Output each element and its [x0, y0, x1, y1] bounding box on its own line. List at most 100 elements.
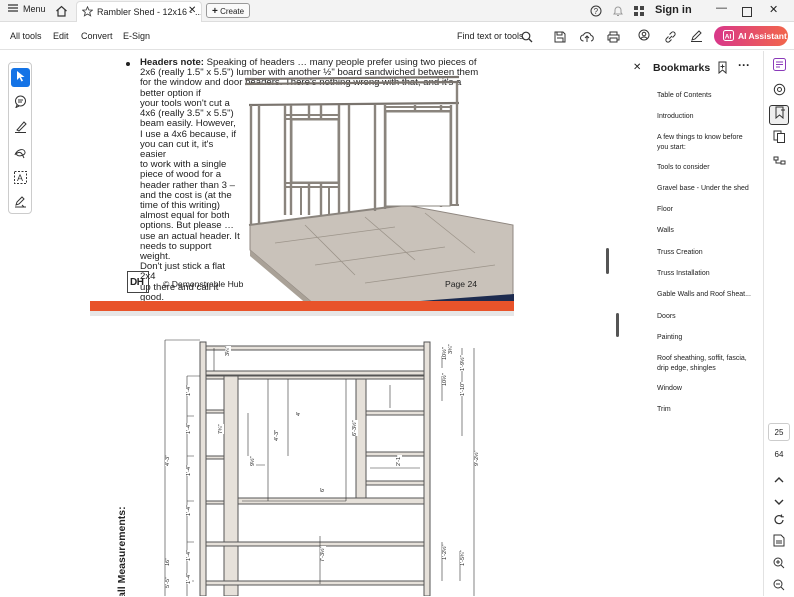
- ai-assistant-button[interactable]: AI AI Assistant: [714, 26, 788, 46]
- dimension-label: 1'-4": [186, 423, 192, 434]
- ai-assistant-label: AI Assistant: [738, 31, 787, 41]
- page-fit-button[interactable]: [769, 533, 789, 553]
- layers-icon: [773, 154, 786, 172]
- home-icon[interactable]: [55, 4, 68, 22]
- dimension-label: 1'-4": [186, 385, 192, 396]
- freehand-draw-icon: [14, 146, 27, 164]
- upload-cloud-icon[interactable]: [580, 30, 594, 48]
- bookmark-item[interactable]: Tools to consider: [657, 163, 757, 172]
- sign-tool[interactable]: [11, 194, 30, 213]
- bookmark-item[interactable]: you start:: [657, 143, 757, 152]
- zoom-in-button[interactable]: [769, 555, 789, 575]
- text-tool[interactable]: A: [11, 170, 30, 189]
- save-icon[interactable]: [554, 30, 566, 48]
- search-icon[interactable]: [521, 30, 533, 48]
- previous-page-button[interactable]: [769, 469, 789, 489]
- star-icon[interactable]: [81, 5, 94, 19]
- tab-title: Rambler Shed - 12x16 - ...: [97, 7, 202, 17]
- comment-tool[interactable]: [11, 94, 30, 113]
- ai-summary-button[interactable]: [769, 57, 789, 77]
- rotate-icon: [773, 513, 785, 531]
- comments-button[interactable]: [769, 82, 789, 102]
- select-tool[interactable]: [11, 68, 30, 87]
- zoom-out-button[interactable]: [769, 577, 789, 597]
- quick-tools-panel: A: [8, 62, 32, 214]
- svg-text:?: ?: [594, 7, 599, 16]
- thumbnails-button[interactable]: [769, 129, 789, 149]
- zoom-in-icon: [773, 556, 785, 574]
- tab-edit[interactable]: Edit: [53, 31, 69, 41]
- bookmarks-button[interactable]: [769, 105, 789, 125]
- dimension-label: 1'-4": [186, 573, 192, 584]
- dimension-label: 1'-5¾": [460, 550, 466, 566]
- more-options-icon[interactable]: ···: [738, 58, 750, 72]
- title-bar: Menu Rambler Shed - 12x16 - ... ✕ + Crea…: [0, 0, 794, 22]
- dimension-label: 10½": [442, 347, 448, 360]
- bookmark-item[interactable]: Gable Walls and Roof Sheat...: [657, 290, 757, 299]
- zoom-out-icon: [773, 578, 785, 596]
- link-icon[interactable]: [664, 30, 677, 48]
- panel-scrollbar[interactable]: [616, 313, 619, 337]
- minimize-icon[interactable]: —: [716, 2, 727, 14]
- print-icon[interactable]: [607, 30, 620, 48]
- layers-button[interactable]: [769, 153, 789, 173]
- dimension-label: 9½": [250, 456, 256, 466]
- page-24: Headers note: Speaking of headers … many…: [90, 51, 514, 311]
- document-view[interactable]: Headers note: Speaking of headers … many…: [90, 51, 514, 596]
- bookmark-item[interactable]: Roof sheathing, soffit, fascia,: [657, 354, 757, 363]
- document-tab[interactable]: Rambler Shed - 12x16 - ...: [76, 1, 202, 22]
- bookmarks-panel: ✕ Bookmarks ··· Table of Contents Introdu…: [621, 51, 763, 596]
- footer-stripe: [90, 294, 514, 311]
- bookmark-item[interactable]: Table of Contents: [657, 91, 757, 100]
- bookmark-item[interactable]: Truss Creation: [657, 248, 757, 257]
- current-page-input[interactable]: 25: [768, 423, 790, 441]
- bookmarks-title: Bookmarks: [653, 62, 711, 74]
- close-window-icon[interactable]: ✕: [769, 3, 778, 16]
- bookmark-item[interactable]: Introduction: [657, 112, 757, 121]
- bookmark-item[interactable]: Painting: [657, 333, 757, 342]
- sign-pen-icon[interactable]: [690, 29, 703, 47]
- add-bookmark-icon[interactable]: [717, 61, 729, 79]
- tab-esign[interactable]: E-Sign: [123, 31, 150, 41]
- apps-icon[interactable]: [633, 4, 645, 22]
- create-button[interactable]: + Create: [206, 3, 250, 18]
- bullet: [126, 62, 130, 66]
- page-number-label: Page 24: [445, 279, 478, 289]
- svg-text:AI: AI: [725, 33, 732, 40]
- bookmark-item[interactable]: Trim: [657, 405, 757, 414]
- right-rail: 25 64: [763, 51, 794, 596]
- bookmark-item[interactable]: A few things to know before: [657, 133, 757, 142]
- total-pages: 64: [774, 450, 784, 459]
- dimension-label: 1'-4": [186, 465, 192, 476]
- tab-convert[interactable]: Convert: [81, 31, 113, 41]
- highlight-tool[interactable]: [11, 119, 30, 138]
- close-tab-icon[interactable]: ✕: [188, 5, 196, 16]
- dimension-label: 1'-4": [186, 505, 192, 516]
- find-text-field[interactable]: Find text or tools: [457, 31, 524, 41]
- bookmark-item[interactable]: Floor: [657, 205, 757, 214]
- share-person-icon[interactable]: [638, 29, 651, 47]
- bookmark-item[interactable]: Gravel base - Under the shed: [657, 184, 757, 193]
- close-panel-icon[interactable]: ✕: [633, 62, 641, 73]
- draw-tool[interactable]: [11, 145, 30, 164]
- sign-in-link[interactable]: Sign in: [655, 4, 692, 16]
- maximize-icon[interactable]: [742, 4, 752, 22]
- menu-button[interactable]: Menu: [8, 4, 46, 14]
- document-scrollbar[interactable]: [606, 248, 609, 274]
- next-page-button[interactable]: [769, 491, 789, 511]
- dimension-label: 3¼": [225, 346, 231, 356]
- bookmark-item[interactable]: Truss Installation: [657, 269, 757, 278]
- help-icon[interactable]: ?: [590, 4, 602, 22]
- dimension-label: 4': [296, 411, 302, 416]
- bookmark-item[interactable]: Walls: [657, 226, 757, 235]
- dimension-label: 3¾": [448, 344, 454, 354]
- rotate-button[interactable]: [769, 512, 789, 532]
- notification-bell-icon[interactable]: [612, 4, 624, 22]
- dimension-label: 1'-2½": [442, 544, 448, 560]
- bookmark-item[interactable]: Window: [657, 384, 757, 393]
- bookmark-item[interactable]: Doors: [657, 312, 757, 321]
- bookmark-item[interactable]: drip edge, shingles: [657, 364, 757, 373]
- dimension-label: 7¾": [218, 424, 224, 434]
- chevron-up-icon: [774, 470, 784, 488]
- tab-all-tools[interactable]: All tools: [10, 31, 42, 41]
